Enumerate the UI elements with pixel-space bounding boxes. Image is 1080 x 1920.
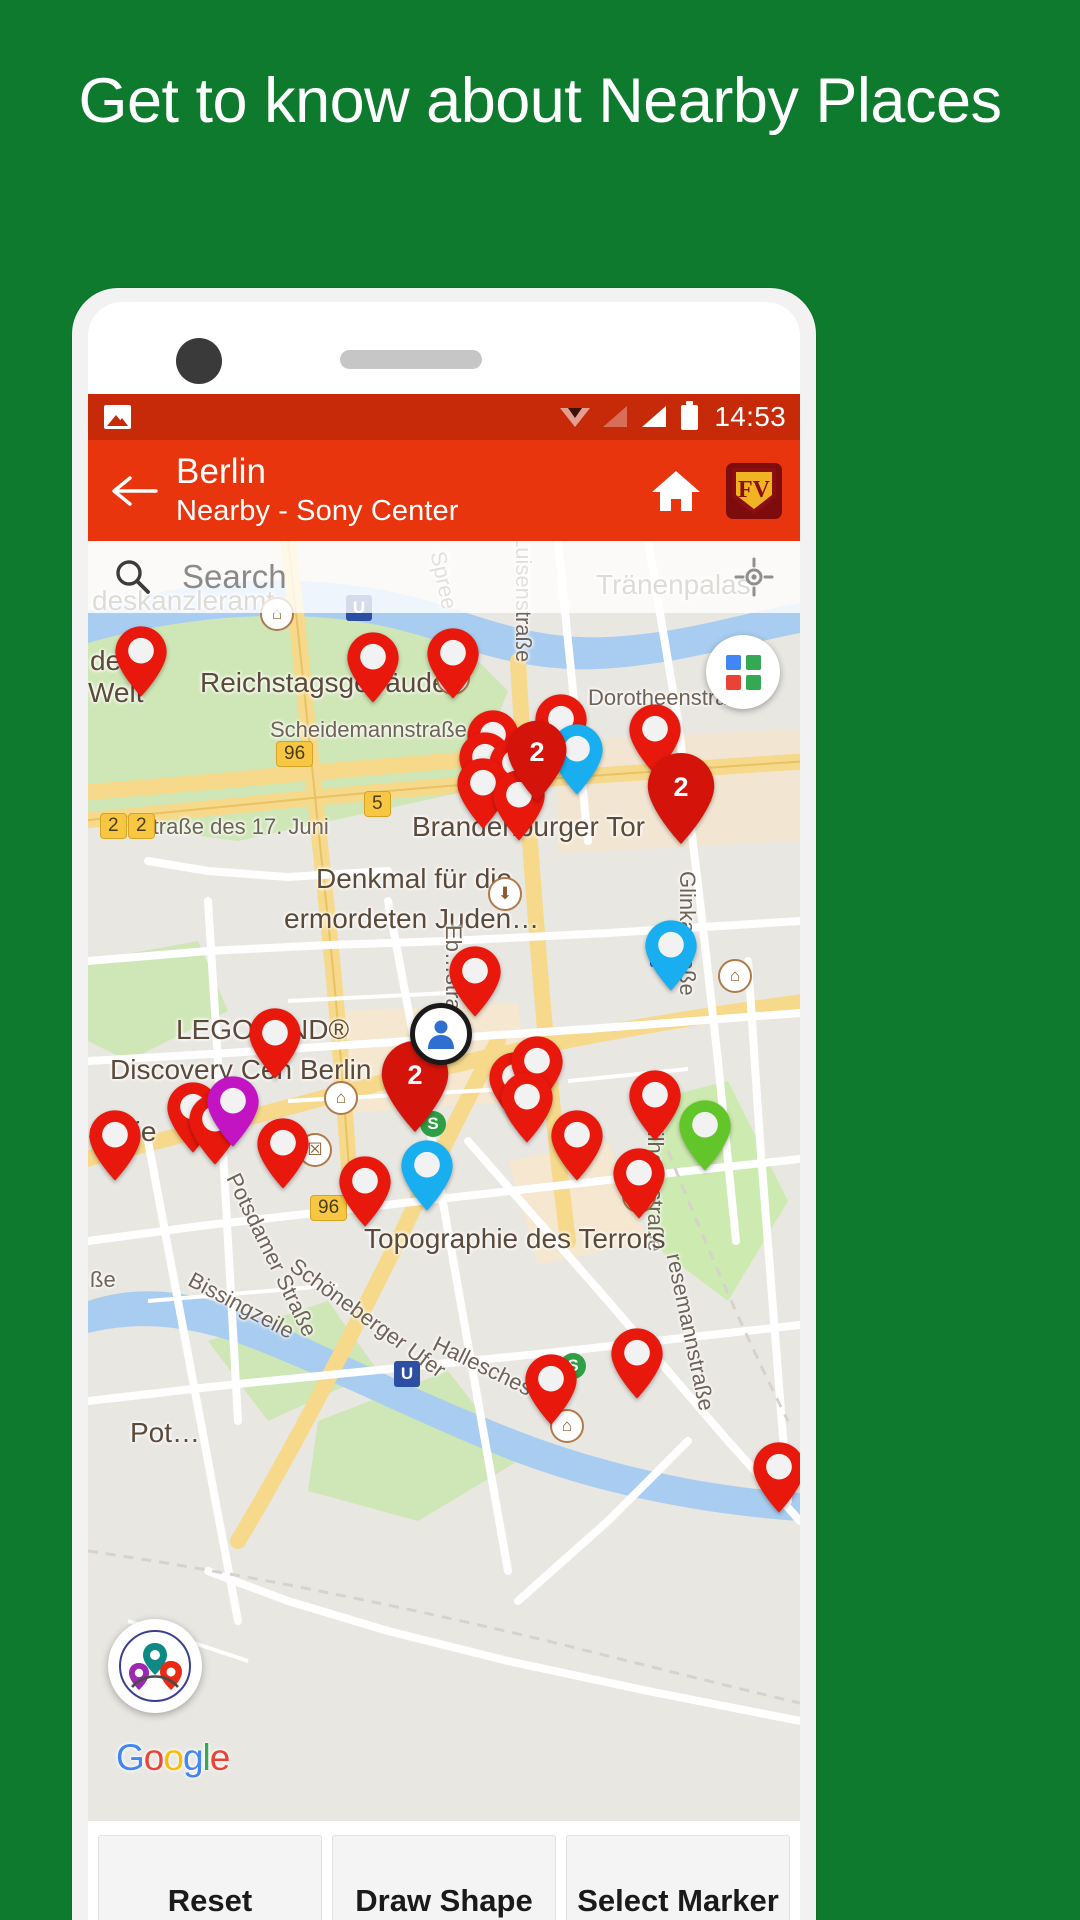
search-bar[interactable]: Search xyxy=(88,541,800,613)
nearby-places-button[interactable] xyxy=(108,1619,202,1713)
draw-shape-button[interactable]: Draw Shape xyxy=(332,1835,556,1920)
map-marker-pin[interactable] xyxy=(426,627,480,700)
front-camera-icon xyxy=(176,338,222,384)
search-input[interactable]: Search xyxy=(182,558,287,596)
signal-empty-icon xyxy=(603,405,629,429)
map-marker-pin[interactable] xyxy=(114,625,168,698)
map-marker-pin[interactable] xyxy=(644,919,698,992)
google-watermark-letter: l xyxy=(202,1737,211,1778)
app-screen: 14:53 Berlin Nearby - Sony Center FV der… xyxy=(88,394,800,1920)
phone-bezel-top xyxy=(88,302,800,394)
search-icon[interactable] xyxy=(110,555,154,599)
promo-screenshot: Get to know about Nearby Places 14:53 Be… xyxy=(0,0,1080,1920)
grid-layers-icon xyxy=(725,654,761,690)
map-marker-pin[interactable] xyxy=(678,1099,732,1172)
poi-icon[interactable]: ⬇ xyxy=(488,877,522,911)
select-marker-button[interactable]: Select Marker xyxy=(566,1835,790,1920)
image-notification-icon xyxy=(104,405,131,429)
back-button[interactable] xyxy=(104,460,166,522)
google-watermark-letter: g xyxy=(182,1737,204,1778)
google-watermark-letter: e xyxy=(209,1737,231,1778)
ubahn-station-icon[interactable]: U xyxy=(394,1361,420,1387)
map-marker-pin[interactable] xyxy=(88,1109,142,1182)
status-bar-left xyxy=(104,405,131,429)
map-marker-pin[interactable] xyxy=(524,1353,578,1426)
status-clock: 14:53 xyxy=(714,401,786,432)
map-marker-pin[interactable] xyxy=(206,1075,260,1148)
home-icon[interactable] xyxy=(648,463,704,519)
map-marker-pin[interactable] xyxy=(256,1117,310,1190)
battery-icon xyxy=(681,400,699,430)
cluster-count: 2 xyxy=(529,737,545,768)
bottom-action-bar: Reset Draw Shape Select Marker xyxy=(88,1821,800,1920)
map-marker-cluster[interactable]: 2 xyxy=(646,751,716,846)
map-marker-pin[interactable] xyxy=(338,1155,392,1228)
app-bar-titles: Berlin Nearby - Sony Center xyxy=(176,453,458,527)
cluster-count: 2 xyxy=(673,771,689,802)
signal-full-icon xyxy=(642,405,668,429)
map-marker-pin[interactable] xyxy=(550,1109,604,1182)
road-shield: 2 xyxy=(128,813,155,839)
map-marker-pin[interactable] xyxy=(400,1139,454,1212)
brand-badge-icon[interactable]: FV xyxy=(726,462,782,519)
status-bar: 14:53 xyxy=(88,394,800,440)
phone-frame: 14:53 Berlin Nearby - Sony Center FV der… xyxy=(72,288,816,1920)
poi-icon[interactable]: ⌂ xyxy=(718,959,752,993)
map-marker-pin[interactable] xyxy=(346,631,400,704)
google-watermark-letter: o xyxy=(143,1737,165,1778)
road-shield: 2 xyxy=(100,813,127,839)
my-location-icon[interactable] xyxy=(730,553,778,601)
page-subtitle: Nearby - Sony Center xyxy=(176,495,459,528)
earpiece-speaker xyxy=(340,350,482,369)
road-shield: 96 xyxy=(276,741,314,767)
google-watermark: Google xyxy=(116,1737,231,1779)
map-marker-pin[interactable] xyxy=(610,1327,664,1400)
user-location-marker[interactable] xyxy=(410,1003,472,1065)
person-marker-icon xyxy=(428,1020,454,1049)
promo-headline: Get to know about Nearby Places xyxy=(78,66,1002,136)
phone-screen-container: 14:53 Berlin Nearby - Sony Center FV der… xyxy=(88,302,800,1920)
map-view[interactable]: deskanzleramtTränenpalasSpreeLuisenstraß… xyxy=(88,541,800,1821)
map-marker-pin[interactable] xyxy=(752,1441,800,1514)
page-title: Berlin xyxy=(176,452,267,492)
map-marker-pin[interactable] xyxy=(628,1069,682,1142)
reset-button[interactable]: Reset xyxy=(98,1835,322,1920)
svg-text:FV: FV xyxy=(738,477,771,503)
map-marker-cluster[interactable]: 2 xyxy=(506,719,568,803)
map-layers-button[interactable] xyxy=(706,635,780,709)
poi-icon[interactable]: ⌂ xyxy=(324,1081,358,1115)
app-bar: Berlin Nearby - Sony Center FV xyxy=(88,440,800,541)
map-marker-pin[interactable] xyxy=(500,1071,554,1144)
google-watermark-letter: o xyxy=(163,1737,184,1778)
road-shield: 5 xyxy=(364,791,391,817)
wifi-icon xyxy=(560,405,591,429)
google-watermark-letter: G xyxy=(116,1737,145,1778)
nearby-places-icon xyxy=(119,1630,191,1702)
status-bar-right: 14:53 xyxy=(560,400,786,433)
map-marker-pin[interactable] xyxy=(248,1007,302,1080)
map-marker-pin[interactable] xyxy=(612,1147,666,1220)
app-bar-actions: FV xyxy=(648,462,784,519)
